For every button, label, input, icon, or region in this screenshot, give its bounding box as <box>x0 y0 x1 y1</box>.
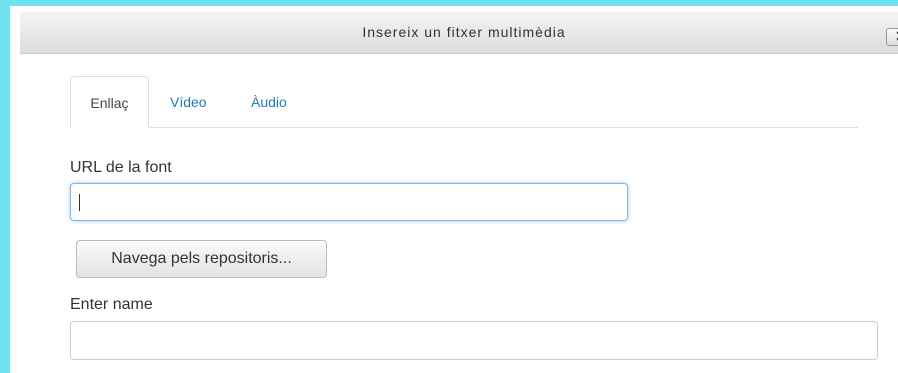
name-label: Enter name <box>70 296 153 313</box>
source-url-input[interactable] <box>70 183 628 221</box>
dialog-frame: Insereix un fitxer multimèdia ✕ Enllaç V… <box>0 0 898 373</box>
text-cursor <box>79 194 80 211</box>
media-tabs: Enllaç Vídeo Àudio <box>70 76 858 128</box>
tab-video[interactable]: Vídeo <box>170 76 207 127</box>
browse-repositories-button[interactable]: Navega pels repositoris... <box>76 240 327 278</box>
close-button[interactable]: ✕ <box>886 28 898 46</box>
dialog-titlebar: Insereix un fitxer multimèdia ✕ <box>20 12 898 54</box>
source-url-label: URL de la font <box>70 159 172 176</box>
tab-audio[interactable]: Àudio <box>251 76 287 127</box>
name-input[interactable] <box>70 321 878 360</box>
tab-link[interactable]: Enllaç <box>70 76 149 128</box>
dialog-title: Insereix un fitxer multimèdia <box>362 24 566 40</box>
